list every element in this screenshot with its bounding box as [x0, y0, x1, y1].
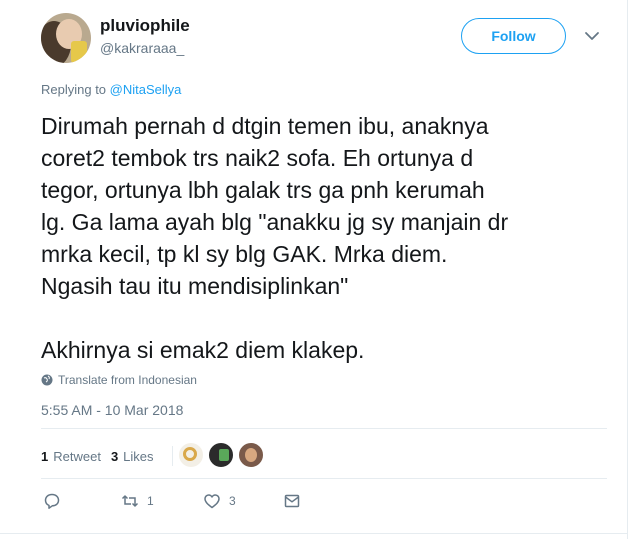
right-border: [627, 0, 628, 539]
likes-count: 3: [110, 448, 119, 464]
like-button[interactable]: 3: [203, 492, 236, 510]
message-icon: [284, 494, 300, 508]
replying-prefix: Replying to: [41, 82, 107, 97]
divider: [41, 428, 607, 429]
display-name[interactable]: pluviophile: [100, 16, 190, 36]
retweet-button[interactable]: 1: [121, 492, 154, 510]
liker-avatar[interactable]: [178, 442, 204, 468]
globe-icon: [41, 374, 53, 386]
chevron-down-icon[interactable]: [584, 30, 600, 42]
bottom-border: [0, 533, 628, 534]
tweet-timestamp[interactable]: 5:55 AM - 10 Mar 2018: [41, 402, 183, 418]
follow-button[interactable]: Follow: [461, 18, 566, 54]
likes-stat[interactable]: 3 Likes: [111, 449, 154, 464]
like-count: 3: [229, 494, 236, 508]
retweets-stat[interactable]: 1 Retweet: [41, 449, 101, 464]
direct-message-button[interactable]: [283, 492, 301, 510]
retweets-count: 1: [41, 448, 49, 464]
retweets-label: Retweet: [53, 448, 101, 464]
divider: [41, 478, 607, 479]
replying-to: Replying to @NitaSellya: [41, 82, 181, 97]
liker-avatar[interactable]: [238, 442, 264, 468]
tweet-stats: 1 Retweet 3 Likes: [41, 446, 173, 466]
tweet-text: Dirumah pernah d dtgin temen ibu, anakny…: [41, 113, 509, 363]
retweet-count: 1: [147, 494, 154, 508]
translate-link[interactable]: Translate from Indonesian: [41, 373, 197, 387]
reply-button[interactable]: [43, 492, 61, 510]
likers-avatars: [178, 442, 268, 468]
reply-icon: [44, 493, 60, 509]
translate-label[interactable]: Translate from Indonesian: [58, 373, 197, 387]
user-handle[interactable]: @kakraraaa_: [100, 40, 184, 56]
heart-icon: [204, 494, 220, 509]
avatar[interactable]: [41, 13, 91, 63]
retweet-icon: [121, 495, 139, 507]
stats-separator: [171, 446, 173, 466]
reply-mention-link[interactable]: @NitaSellya: [110, 82, 182, 97]
likes-label: Likes: [123, 448, 154, 464]
tweet-actions: 1 3: [41, 492, 361, 514]
liker-avatar[interactable]: [208, 442, 234, 468]
